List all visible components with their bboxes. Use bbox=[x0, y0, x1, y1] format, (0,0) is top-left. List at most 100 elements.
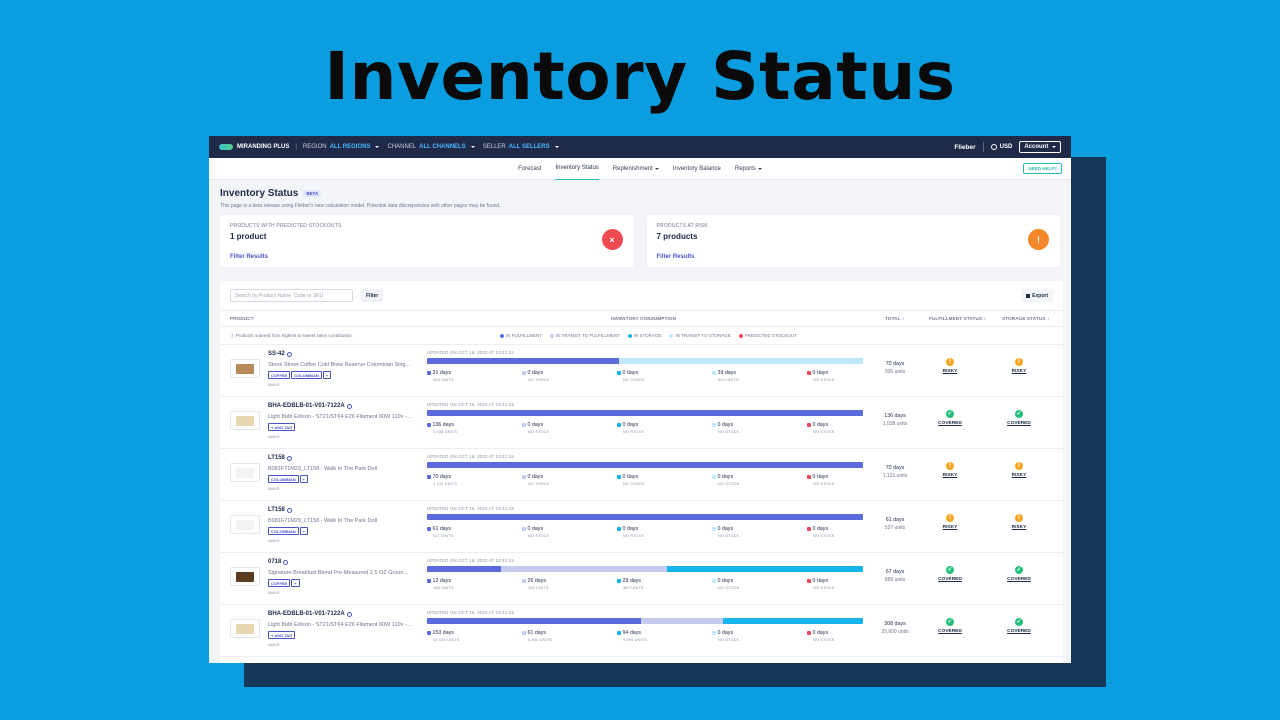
table-row[interactable]: LT158 B081F71M29_LT158 - Walk In The Park… bbox=[220, 501, 1063, 553]
header-total[interactable]: TOTAL ↕ bbox=[885, 316, 904, 321]
consumption-bar bbox=[427, 514, 863, 520]
storage-status[interactable]: ! RISKY bbox=[999, 514, 1039, 530]
product-sku[interactable]: BHA-EDBLB-01-V01-7122A bbox=[268, 611, 352, 617]
fulfillment-status[interactable]: ! RISKY bbox=[930, 514, 970, 530]
fulfillment-status[interactable]: ! RISKY bbox=[930, 358, 970, 374]
tag-chip[interactable]: COLOMBIAN bbox=[291, 371, 322, 379]
tab-inventory-status[interactable]: Inventory Status bbox=[555, 158, 599, 180]
search-icon[interactable] bbox=[283, 559, 289, 565]
stat-days-text: 0 days bbox=[527, 370, 544, 376]
tag-chip[interactable]: COLOMBIAN bbox=[268, 527, 299, 535]
tag-chip[interactable]: COFFEE bbox=[268, 371, 291, 379]
check-icon: ✓ bbox=[1015, 410, 1023, 418]
stat-units: NO STOCK bbox=[528, 430, 550, 434]
tag-chip[interactable]: COLOMBIAN bbox=[268, 475, 299, 483]
product-name: B081F71M29_LT158 - Walk In The Park Doll bbox=[268, 518, 378, 524]
currency-selector[interactable]: USD bbox=[990, 144, 1012, 150]
legend-label: PREDICTED STOCKOUT bbox=[744, 333, 797, 338]
region-dropdown[interactable]: REGION ALL REGIONS bbox=[303, 144, 380, 150]
storage-status[interactable]: ✓ COVERED bbox=[999, 566, 1039, 582]
legend-label: IN FULFILLMENT bbox=[506, 333, 543, 338]
tag-chip[interactable]: COFFEE bbox=[268, 579, 291, 587]
need-help-button[interactable]: NEED HELP? bbox=[1023, 163, 1062, 174]
product-sku[interactable]: LT158 bbox=[268, 507, 292, 513]
stat-units: NO STOCK bbox=[718, 430, 740, 434]
table-row[interactable]: LT158 B081F71M29_LT158 - Walk In The Park… bbox=[220, 449, 1063, 501]
table-row[interactable]: SS-42 Stone Street Coffee Cold Brew Reser… bbox=[220, 345, 1063, 397]
search-icon[interactable] bbox=[346, 403, 352, 409]
tag-chip[interactable]: + ADD TAG bbox=[268, 631, 296, 639]
stat-days: 12 days bbox=[427, 578, 507, 584]
stat-cell: 61 days 527 UNITS bbox=[427, 526, 507, 538]
stat-cell: 0 days NO STOCK bbox=[712, 578, 792, 590]
seller-dropdown[interactable]: SELLER ALL SELLERS bbox=[483, 144, 559, 150]
storage-status[interactable]: ✓ COVERED bbox=[999, 618, 1039, 634]
tag-chip[interactable]: + bbox=[299, 527, 309, 535]
total-units: 1,038 units bbox=[882, 421, 908, 427]
filter-results-link[interactable]: Filter Results bbox=[657, 254, 695, 260]
export-label: Export bbox=[1032, 292, 1048, 299]
tab-reports[interactable]: Reports bbox=[735, 158, 762, 180]
fulfillment-status[interactable]: ✓ COVERED bbox=[930, 618, 970, 634]
table-row[interactable]: BHA-EDBLB-01-V01-7122A Light Bulb Edison … bbox=[220, 397, 1063, 449]
search-icon[interactable] bbox=[346, 611, 352, 617]
storage-status[interactable]: ! RISKY bbox=[999, 462, 1039, 478]
warning-icon: ! bbox=[946, 358, 954, 366]
stat-swatch bbox=[427, 475, 431, 479]
stat-days-text: 0 days bbox=[527, 526, 544, 532]
tag-chip[interactable]: + bbox=[291, 579, 300, 587]
stat-swatch bbox=[522, 527, 526, 531]
tag-chip[interactable]: + ADD TAG bbox=[268, 423, 296, 431]
tab-forecast[interactable]: Forecast bbox=[518, 158, 541, 180]
stat-units: 155 UNITS bbox=[433, 586, 454, 590]
storage-status[interactable]: ! RISKY bbox=[999, 358, 1039, 374]
tag-chip[interactable]: + bbox=[299, 475, 309, 483]
search-icon[interactable] bbox=[286, 455, 292, 461]
stat-swatch bbox=[712, 423, 716, 427]
card-key: PRODUCTS AT RISK bbox=[656, 223, 708, 229]
total-units: 1,131 units bbox=[882, 473, 908, 479]
header-consumption: INVENTORY CONSUMPTION bbox=[611, 316, 677, 321]
fulfillment-status[interactable]: ✓ COVERED bbox=[930, 566, 970, 582]
user-name[interactable]: Flieber bbox=[954, 144, 975, 151]
stat-swatch bbox=[522, 631, 526, 635]
stat-days-text: 0 days bbox=[717, 422, 734, 428]
fulfillment-status[interactable]: ✓ COVERED bbox=[930, 410, 970, 426]
table-row[interactable]: BHA-EDBLB-01-V01-7122A Light Bulb Edison … bbox=[220, 605, 1063, 657]
search-icon[interactable] bbox=[286, 507, 292, 513]
search-icon[interactable] bbox=[286, 351, 292, 357]
product-image bbox=[236, 415, 254, 426]
search-input[interactable]: Search by Product Name, Code or SKU bbox=[230, 289, 353, 302]
tab-label: Inventory Status bbox=[555, 165, 599, 171]
table-body: SS-42 Stone Street Coffee Cold Brew Reser… bbox=[220, 345, 1063, 657]
filter-button[interactable]: Filter bbox=[361, 289, 384, 302]
fulfillment-status[interactable]: ! RISKY bbox=[930, 462, 970, 478]
channel-dropdown[interactable]: CHANNEL ALL CHANNELS bbox=[387, 144, 475, 150]
stat-days-text: 0 days bbox=[527, 422, 544, 428]
filter-results-link[interactable]: Filter Results bbox=[230, 254, 268, 260]
product-sku[interactable]: LT158 bbox=[268, 455, 292, 461]
table-row[interactable]: 0718 Signature Breakfast Blend Pre-Measur… bbox=[220, 553, 1063, 605]
header-storage-status[interactable]: STORAGE STATUS ↕ bbox=[1002, 316, 1049, 321]
header-fulfillment-status[interactable]: FULFILLMENT STATUS ↕ bbox=[929, 316, 986, 321]
tab-replenishment[interactable]: Replenishment bbox=[613, 158, 659, 180]
brand-mark-icon bbox=[219, 144, 233, 150]
tab-inventory-balance[interactable]: Inventory Balance bbox=[673, 158, 721, 180]
product-sku[interactable]: 0718 bbox=[268, 559, 289, 565]
consumption-stats: 31 days 495 UNITS 0 days NO STOCK 0 days NO S… bbox=[427, 370, 863, 386]
tab-label: Replenishment bbox=[612, 165, 653, 172]
tag-chip[interactable]: + bbox=[322, 371, 332, 379]
export-button[interactable]: Export bbox=[1021, 289, 1053, 302]
product-name: B081F71M29_LT158 - Walk In The Park Doll bbox=[268, 466, 378, 472]
brand-logo[interactable]: MIRANDING PLUS bbox=[219, 144, 289, 150]
divider bbox=[982, 142, 984, 152]
header-product[interactable]: PRODUCT bbox=[230, 316, 254, 321]
account-button[interactable]: Account bbox=[1019, 141, 1061, 153]
stat-units: NO STOCK bbox=[813, 482, 835, 486]
stat-cell: 136 days 1,038 UNITS bbox=[427, 422, 507, 434]
product-sku[interactable]: BHA-EDBLB-01-V01-7122A bbox=[268, 403, 352, 409]
status-label: RISKY bbox=[1011, 525, 1027, 530]
stat-days: 0 days bbox=[522, 422, 602, 428]
storage-status[interactable]: ✓ COVERED bbox=[999, 410, 1039, 426]
product-sku[interactable]: SS-42 bbox=[268, 351, 292, 357]
